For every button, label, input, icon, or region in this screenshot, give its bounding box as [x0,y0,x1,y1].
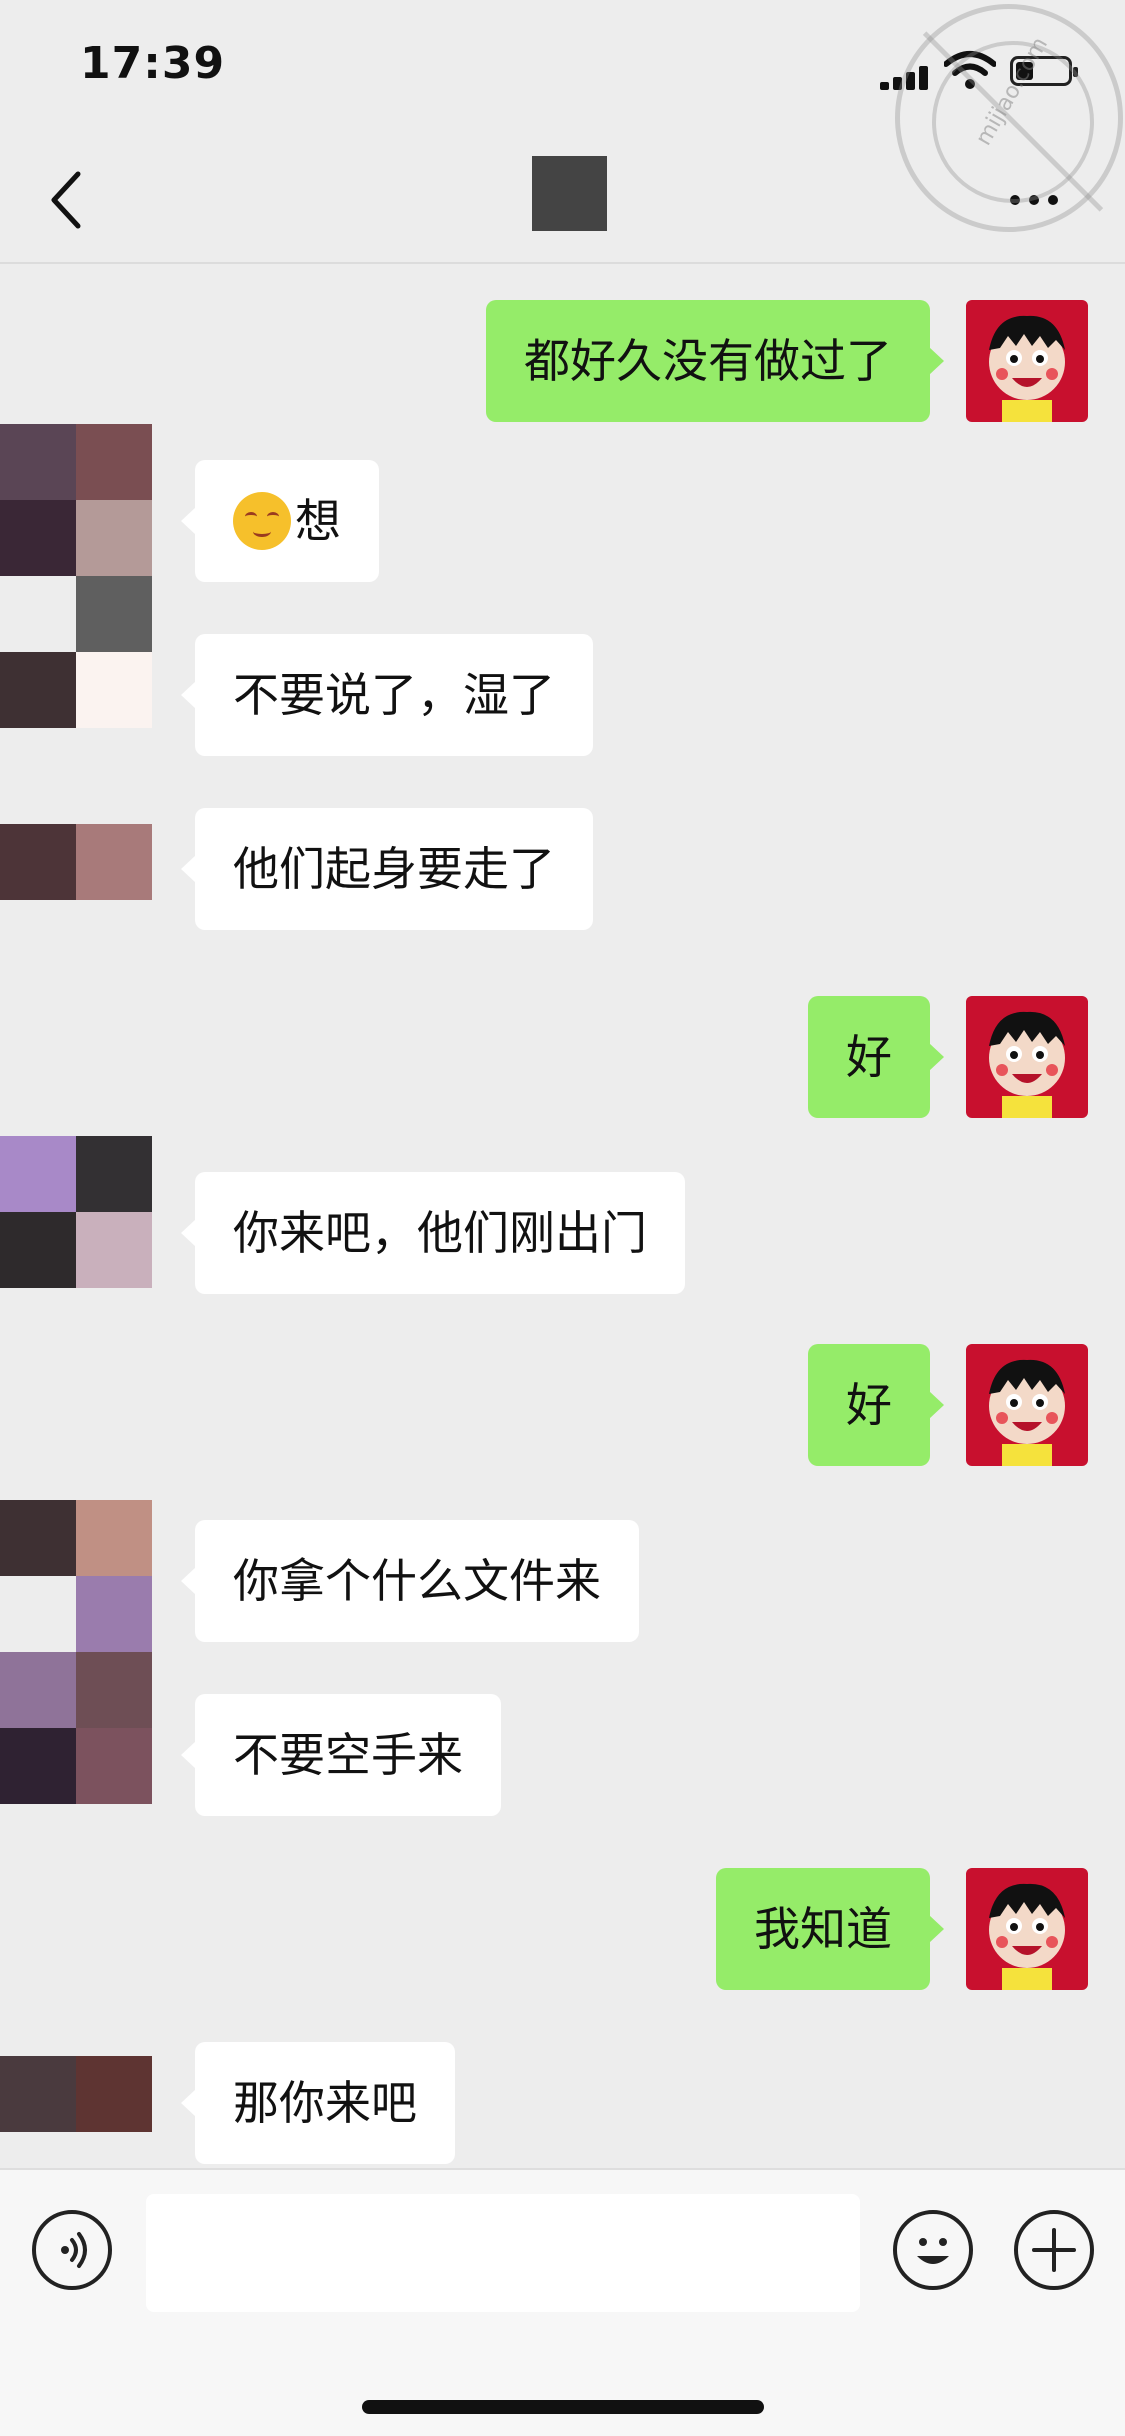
self-avatar[interactable] [966,300,1088,422]
contact-avatar-pixelated[interactable] [0,824,152,900]
message-bubble-incoming[interactable]: 他们起身要走了 [181,808,593,930]
home-indicator[interactable] [362,2400,764,2414]
smiley-icon [917,2238,949,2264]
message-bubble-incoming[interactable]: 那你来吧 [181,2042,455,2164]
voice-icon [61,2232,87,2268]
self-avatar[interactable] [966,1344,1088,1466]
voice-button[interactable] [32,2210,112,2290]
message-bubble-outgoing[interactable]: 都好久没有做过了 [486,300,944,422]
self-avatar[interactable] [966,1868,1088,1990]
contact-avatar-pixelated[interactable] [0,1500,152,1804]
message-bubble-outgoing[interactable]: 我知道 [716,1868,944,1990]
emoji-button[interactable] [893,2210,973,2290]
message-text: 想 [295,494,341,548]
input-bar [0,2168,1125,2436]
message-bubble-incoming[interactable]: 你来吧，他们刚出门 [181,1172,685,1294]
chevron-left-icon[interactable] [46,168,86,232]
status-time: 17:39 [80,38,226,89]
message-bubble-incoming[interactable]: 想 [181,460,379,582]
contact-avatar-pixelated[interactable] [0,424,152,728]
watermark-seal: mijiao.com [895,4,1123,232]
chat-message-list[interactable]: 都好久没有做过了 想 不要说了，湿了 他们起身要走了 好 你来吧，他们刚出门 好… [0,264,1125,2164]
watermark-text: mijiao.com [971,33,1054,150]
contact-name-redacted [532,156,607,231]
message-bubble-outgoing[interactable]: 好 [808,1344,944,1466]
message-bubble-incoming[interactable]: 你拿个什么文件来 [181,1520,639,1642]
plus-button[interactable] [1014,2210,1094,2290]
message-input[interactable] [146,2194,860,2312]
message-bubble-incoming[interactable]: 不要空手来 [181,1694,501,1816]
smiling-blushing-emoji-icon [233,491,291,550]
contact-avatar-pixelated[interactable] [0,2056,152,2132]
contact-avatar-pixelated[interactable] [0,1136,152,1288]
self-avatar[interactable] [966,996,1088,1118]
message-bubble-outgoing[interactable]: 好 [808,996,944,1118]
plus-icon [1032,2228,1076,2272]
message-bubble-incoming[interactable]: 不要说了，湿了 [181,634,593,756]
